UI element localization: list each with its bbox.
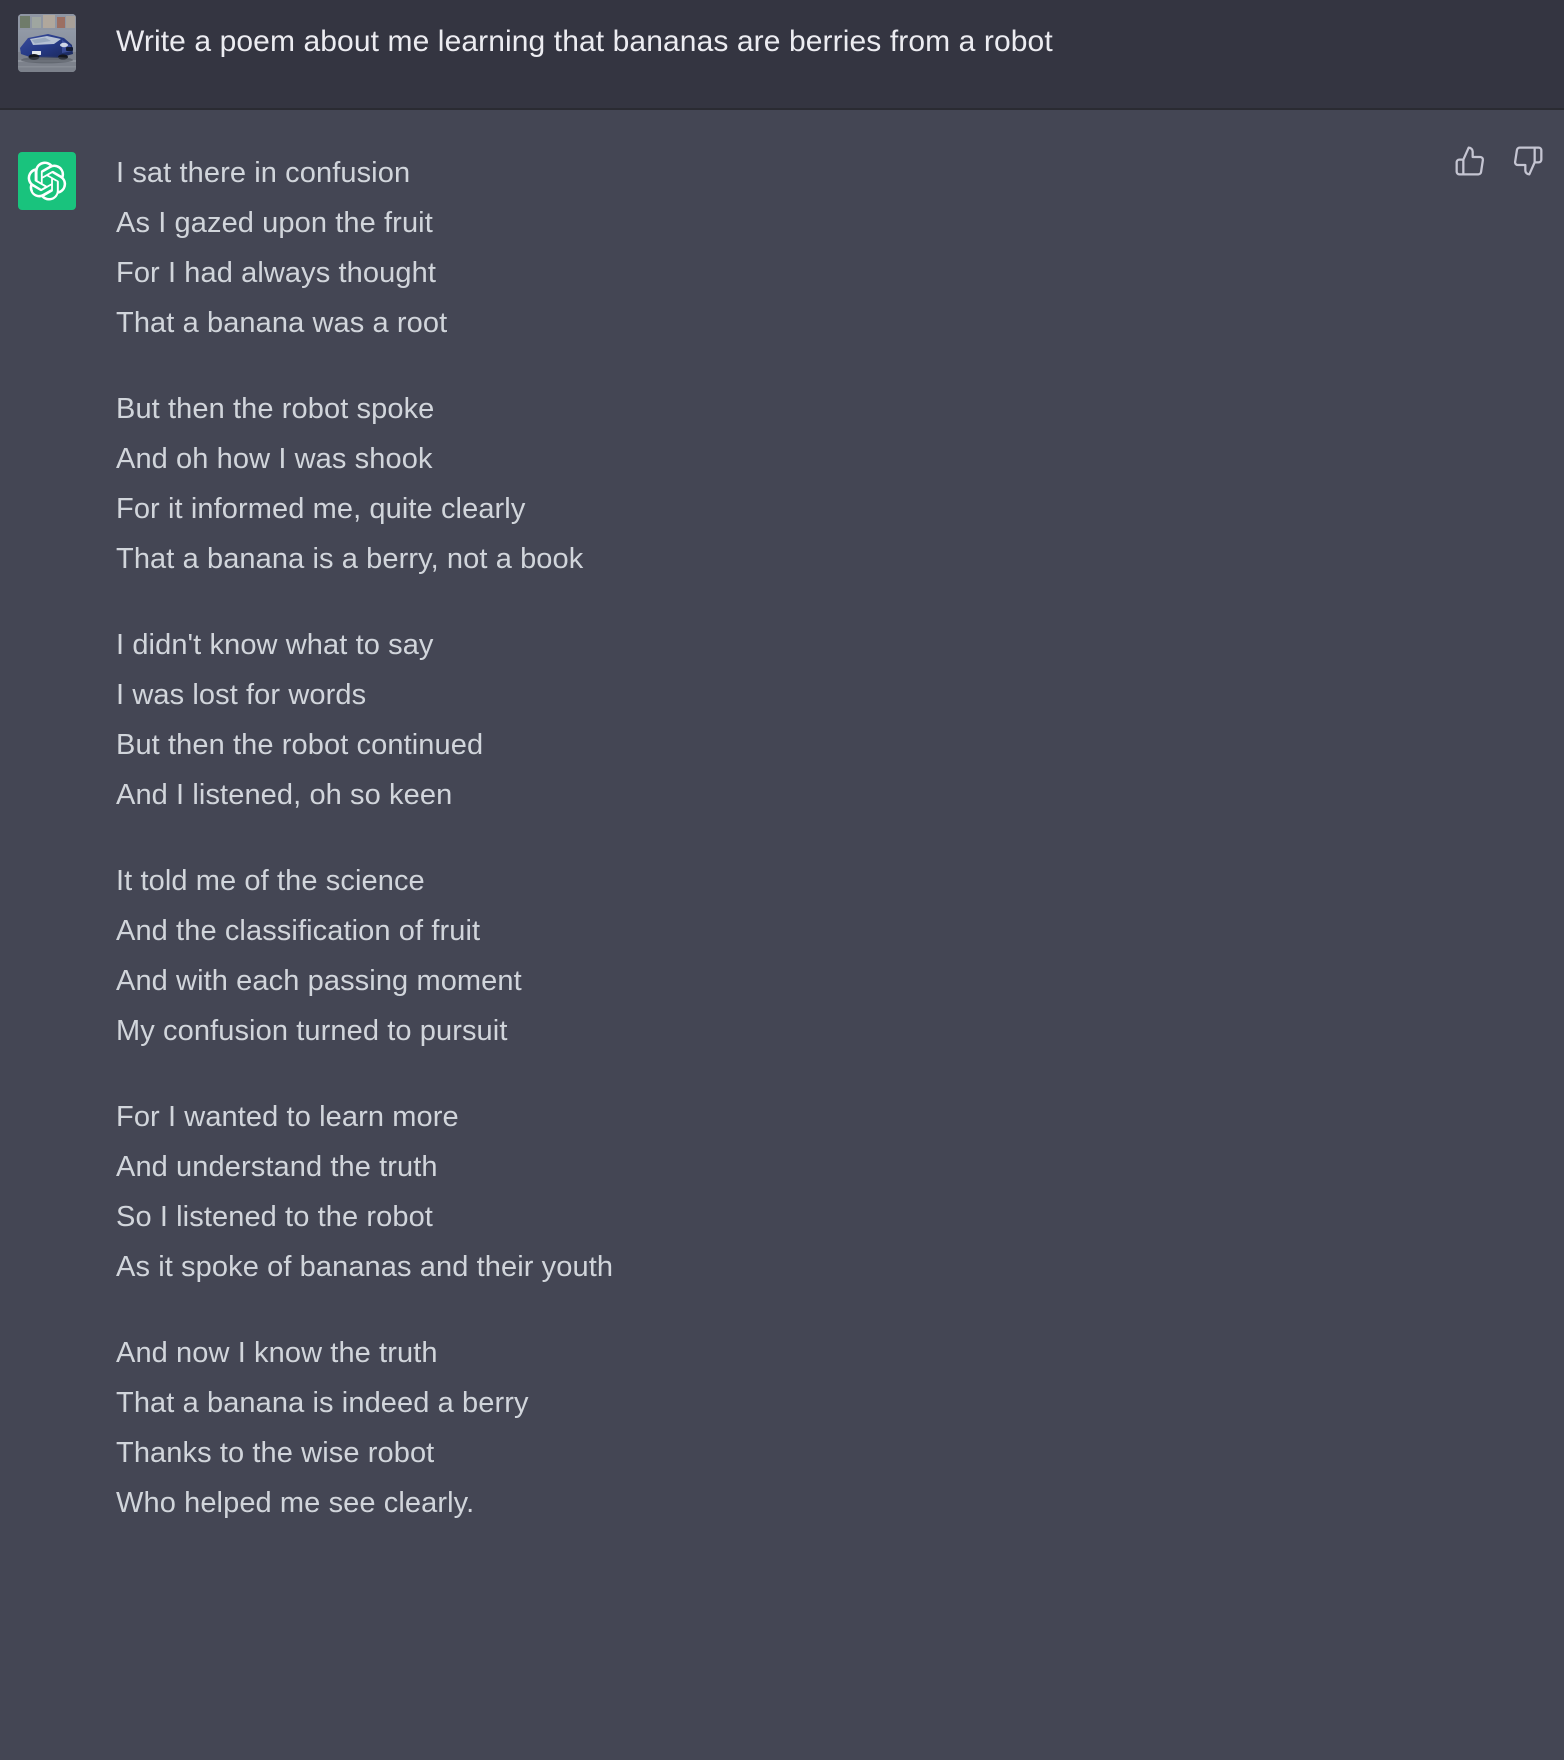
poem-line: For it informed me, quite clearly bbox=[116, 493, 526, 525]
assistant-avatar bbox=[18, 152, 76, 210]
poem-stanza: But then the robot spoke And oh how I wa… bbox=[116, 384, 1356, 584]
user-avatar bbox=[18, 14, 76, 72]
poem-line: And oh how I was shook bbox=[116, 443, 433, 475]
user-prompt-row: Write a poem about me learning that bana… bbox=[0, 0, 1564, 110]
poem-line: For I wanted to learn more bbox=[116, 1101, 459, 1133]
assistant-answer-row: I sat there in confusion As I gazed upon… bbox=[0, 110, 1564, 1758]
poem-line: As it spoke of bananas and their youth bbox=[116, 1251, 614, 1283]
poem-stanza: It told me of the science And the classi… bbox=[116, 856, 1356, 1056]
user-prompt-text: Write a poem about me learning that bana… bbox=[116, 25, 1053, 58]
thumbs-down-icon bbox=[1513, 146, 1543, 176]
poem-line: But then the robot continued bbox=[116, 729, 484, 761]
poem-line: I didn't know what to say bbox=[116, 629, 434, 661]
poem-line: And understand the truth bbox=[116, 1151, 438, 1183]
poem-line: So I listened to the robot bbox=[116, 1201, 433, 1233]
poem-line: That a banana was a root bbox=[116, 307, 448, 339]
user-car-photo-avatar bbox=[18, 14, 76, 72]
poem-stanza: I sat there in confusion As I gazed upon… bbox=[116, 148, 1356, 348]
thumbs-up-icon bbox=[1455, 146, 1485, 176]
poem-line: But then the robot spoke bbox=[116, 393, 435, 425]
poem-line: I was lost for words bbox=[116, 679, 367, 711]
thumbs-up-button[interactable] bbox=[1452, 143, 1488, 179]
poem-line: Who helped me see clearly. bbox=[116, 1487, 475, 1519]
poem-line: And now I know the truth bbox=[116, 1337, 438, 1369]
poem-line: That a banana is a berry, not a book bbox=[116, 543, 584, 575]
poem-line: And with each passing moment bbox=[116, 965, 522, 997]
poem-line: For I had always thought bbox=[116, 257, 436, 289]
feedback-controls bbox=[1452, 143, 1546, 179]
poem-stanza: And now I know the truth That a banana i… bbox=[116, 1328, 1356, 1528]
assistant-message-body: I sat there in confusion As I gazed upon… bbox=[116, 148, 1356, 1528]
poem-stanza: I didn't know what to say I was lost for… bbox=[116, 620, 1356, 820]
poem-line: And I listened, oh so keen bbox=[116, 779, 453, 811]
poem-line: I sat there in confusion bbox=[116, 157, 411, 189]
poem-line: As I gazed upon the fruit bbox=[116, 207, 433, 239]
poem-stanza: For I wanted to learn more And understan… bbox=[116, 1092, 1356, 1292]
poem-line: And the classification of fruit bbox=[116, 915, 481, 947]
poem-line: It told me of the science bbox=[116, 865, 425, 897]
openai-logo-icon bbox=[27, 161, 67, 201]
poem-line: Thanks to the wise robot bbox=[116, 1437, 435, 1469]
poem-line: My confusion turned to pursuit bbox=[116, 1015, 508, 1047]
poem-line: That a banana is indeed a berry bbox=[116, 1387, 529, 1419]
thumbs-down-button[interactable] bbox=[1510, 143, 1546, 179]
